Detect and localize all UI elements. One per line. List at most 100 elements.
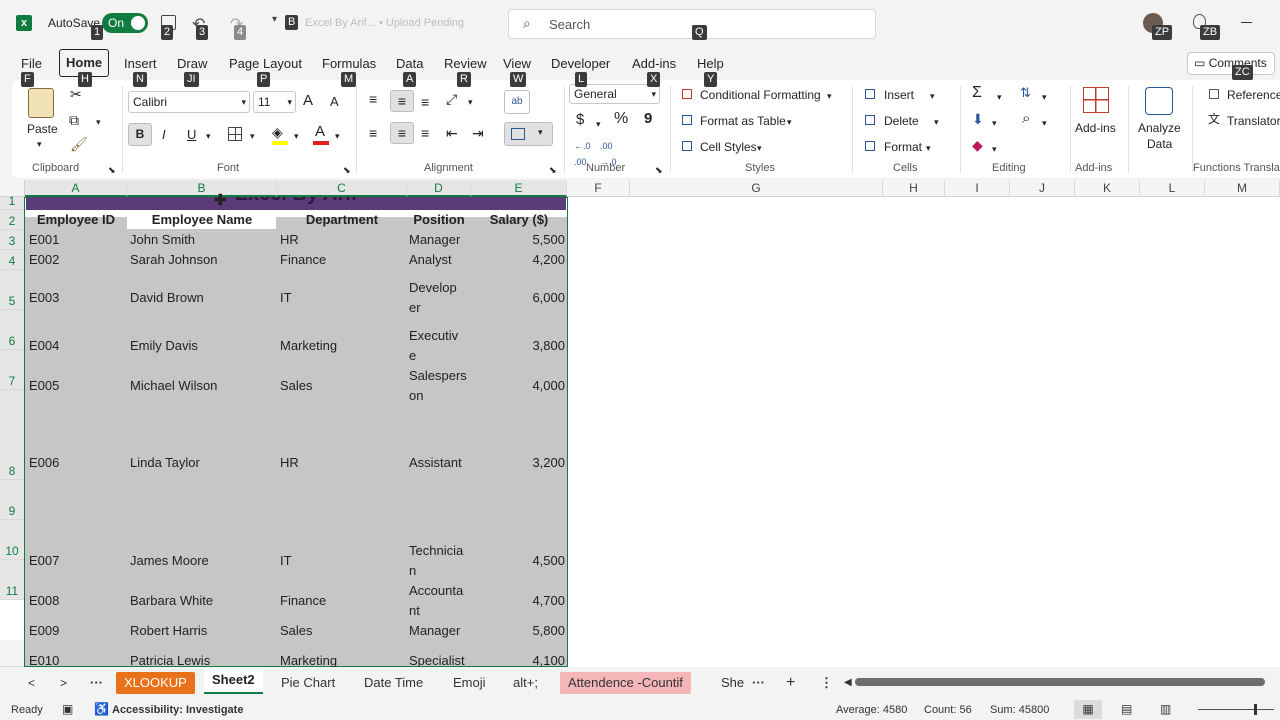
delete-cells-button[interactable]: Delete [884,113,919,129]
department-cell[interactable]: HR [280,230,406,250]
position-cell[interactable]: Accounta [409,581,469,601]
fill-dropdown-icon[interactable]: ▾ [294,128,299,144]
salary-cell[interactable]: 4,200 [471,250,565,270]
translator-icon[interactable]: 文 [1208,111,1220,127]
add-sheet-icon[interactable]: + [778,672,803,694]
page-break-view-icon[interactable]: ▥ [1160,702,1171,716]
header-cell[interactable]: Salary ($) [471,210,567,230]
employee-id-cell[interactable]: E008 [29,591,125,611]
column-header-h[interactable]: H [883,180,945,197]
paste-dropdown-icon[interactable]: ▾ [37,136,42,152]
department-cell[interactable]: Sales [280,376,406,396]
horizontal-scrollbar[interactable] [855,678,1265,686]
tab-more-right-icon[interactable]: ··· [744,672,773,694]
orientation-dropdown-icon[interactable]: ▾ [468,94,473,110]
accessibility-icon[interactable]: ♿ [94,702,109,716]
salary-cell[interactable]: 4,700 [471,591,565,611]
menu-draw[interactable]: Draw [177,54,207,74]
decrease-indent-icon[interactable]: ⇤ [446,125,458,141]
accessibility-status[interactable]: Accessibility: Investigate [112,704,243,716]
fill-color-icon[interactable]: ◈ [272,124,283,140]
underline-button[interactable]: U [187,127,196,143]
chevron-down-icon[interactable]: ▾ [926,140,931,156]
row-header-10[interactable]: 10 [0,520,25,560]
menu-data[interactable]: Data [396,54,423,74]
format-painter-icon[interactable]: 🖌 [70,136,88,152]
font-color-dropdown-icon[interactable]: ▾ [335,128,340,144]
tab-more-left-icon[interactable]: ··· [82,672,111,694]
employee-id-cell[interactable]: E005 [29,376,125,396]
row-header-11[interactable]: 11 [0,560,25,600]
tab-emoji[interactable]: Emoji [445,672,494,694]
format-as-table-button[interactable]: Format as Table [700,113,786,129]
column-header-c[interactable]: C [277,180,407,197]
position-cell-wrap[interactable]: er [409,298,469,318]
copy-dropdown-icon[interactable]: ▾ [96,114,101,130]
spreadsheet-grid[interactable]: ABCDEFGHIJKLM 1234567891011 Excel By Ari… [0,180,1280,667]
sort-dropdown-icon[interactable]: ▾ [1042,89,1047,105]
align-center-icon[interactable]: ≡ [390,122,414,144]
format-cells-button[interactable]: Format [884,139,922,155]
employee-id-cell[interactable]: E002 [29,250,125,270]
clear-dropdown-icon[interactable]: ▾ [992,141,997,157]
employee-id-cell[interactable]: E003 [29,288,125,308]
position-cell-wrap[interactable]: on [409,386,469,406]
department-cell[interactable]: IT [280,288,406,308]
column-header-b[interactable]: B [127,180,277,197]
find-select-icon[interactable]: ⌕ [1022,111,1030,127]
column-header-l[interactable]: L [1140,180,1205,197]
tab-alt-semicolon[interactable]: alt+; [505,672,546,694]
tab-pie-chart[interactable]: Pie Chart [273,672,343,694]
position-cell[interactable]: Manager [409,621,469,641]
paste-button[interactable]: Paste [27,121,58,137]
column-header-m[interactable]: M [1205,180,1280,197]
percent-button[interactable]: % [614,111,628,127]
header-cell[interactable]: Employee ID [25,210,127,230]
customize-qat-icon[interactable]: ▾ [272,14,277,25]
menu-view[interactable]: View [503,54,531,74]
salary-cell[interactable]: 6,000 [471,288,565,308]
position-cell[interactable]: Salespers [409,366,469,386]
minimize-icon[interactable] [1241,22,1252,23]
row-header-5[interactable]: 5 [0,270,25,310]
bold-button[interactable]: B [128,123,152,146]
number-format-select[interactable]: General ▾ [569,84,660,104]
row-header-12[interactable] [0,640,25,667]
clear-icon[interactable]: ◆ [972,137,983,153]
column-header-e[interactable]: E [471,180,567,197]
find-dropdown-icon[interactable]: ▾ [1042,115,1047,131]
underline-dropdown-icon[interactable]: ▾ [206,128,211,144]
employee-id-cell[interactable]: E006 [29,453,125,473]
position-cell[interactable]: Specialist [409,651,469,667]
employee-name-cell[interactable]: Michael Wilson [130,376,276,396]
employee-name-cell[interactable]: Linda Taylor [130,453,276,473]
chevron-down-icon[interactable]: ▾ [757,140,762,156]
increase-font-button[interactable]: A [303,93,313,109]
addins-icon[interactable] [1083,87,1109,113]
tab-scroll-left-icon[interactable]: < [20,672,43,694]
row-header-3[interactable]: 3 [0,230,25,250]
comma-button[interactable]: 9 [644,111,652,127]
salary-cell[interactable]: 4,500 [471,551,565,571]
comments-button[interactable]: ▭ Comments [1187,52,1275,75]
department-cell[interactable]: Marketing [280,336,406,356]
chevron-down-icon[interactable]: ▾ [934,114,939,130]
department-cell[interactable]: Sales [280,621,406,641]
header-cell[interactable]: Position [407,210,471,230]
orientation-icon[interactable]: ⤢ [446,91,457,107]
font-size-select[interactable]: 11 ▾ [253,91,296,113]
increase-indent-icon[interactable]: ⇥ [472,125,484,141]
alignment-launcher-icon[interactable]: ⬊ [549,162,557,178]
salary-cell[interactable]: 5,800 [471,621,565,641]
cut-icon[interactable]: ✂ [70,86,82,102]
conditional-formatting-button[interactable]: Conditional Formatting [700,87,821,103]
row-header-2[interactable]: 2 [0,210,25,230]
insert-cells-button[interactable]: Insert [884,87,914,103]
font-launcher-icon[interactable]: ⬊ [343,162,351,178]
tab-attendence-countif[interactable]: Attendence -Countif [560,672,691,694]
sort-filter-icon[interactable]: ⇅ [1020,85,1031,101]
department-cell[interactable]: HR [280,453,406,473]
employee-name-cell[interactable]: John Smith [130,230,276,250]
employee-id-cell[interactable]: E007 [29,551,125,571]
menu-formulas[interactable]: Formulas [322,54,376,74]
